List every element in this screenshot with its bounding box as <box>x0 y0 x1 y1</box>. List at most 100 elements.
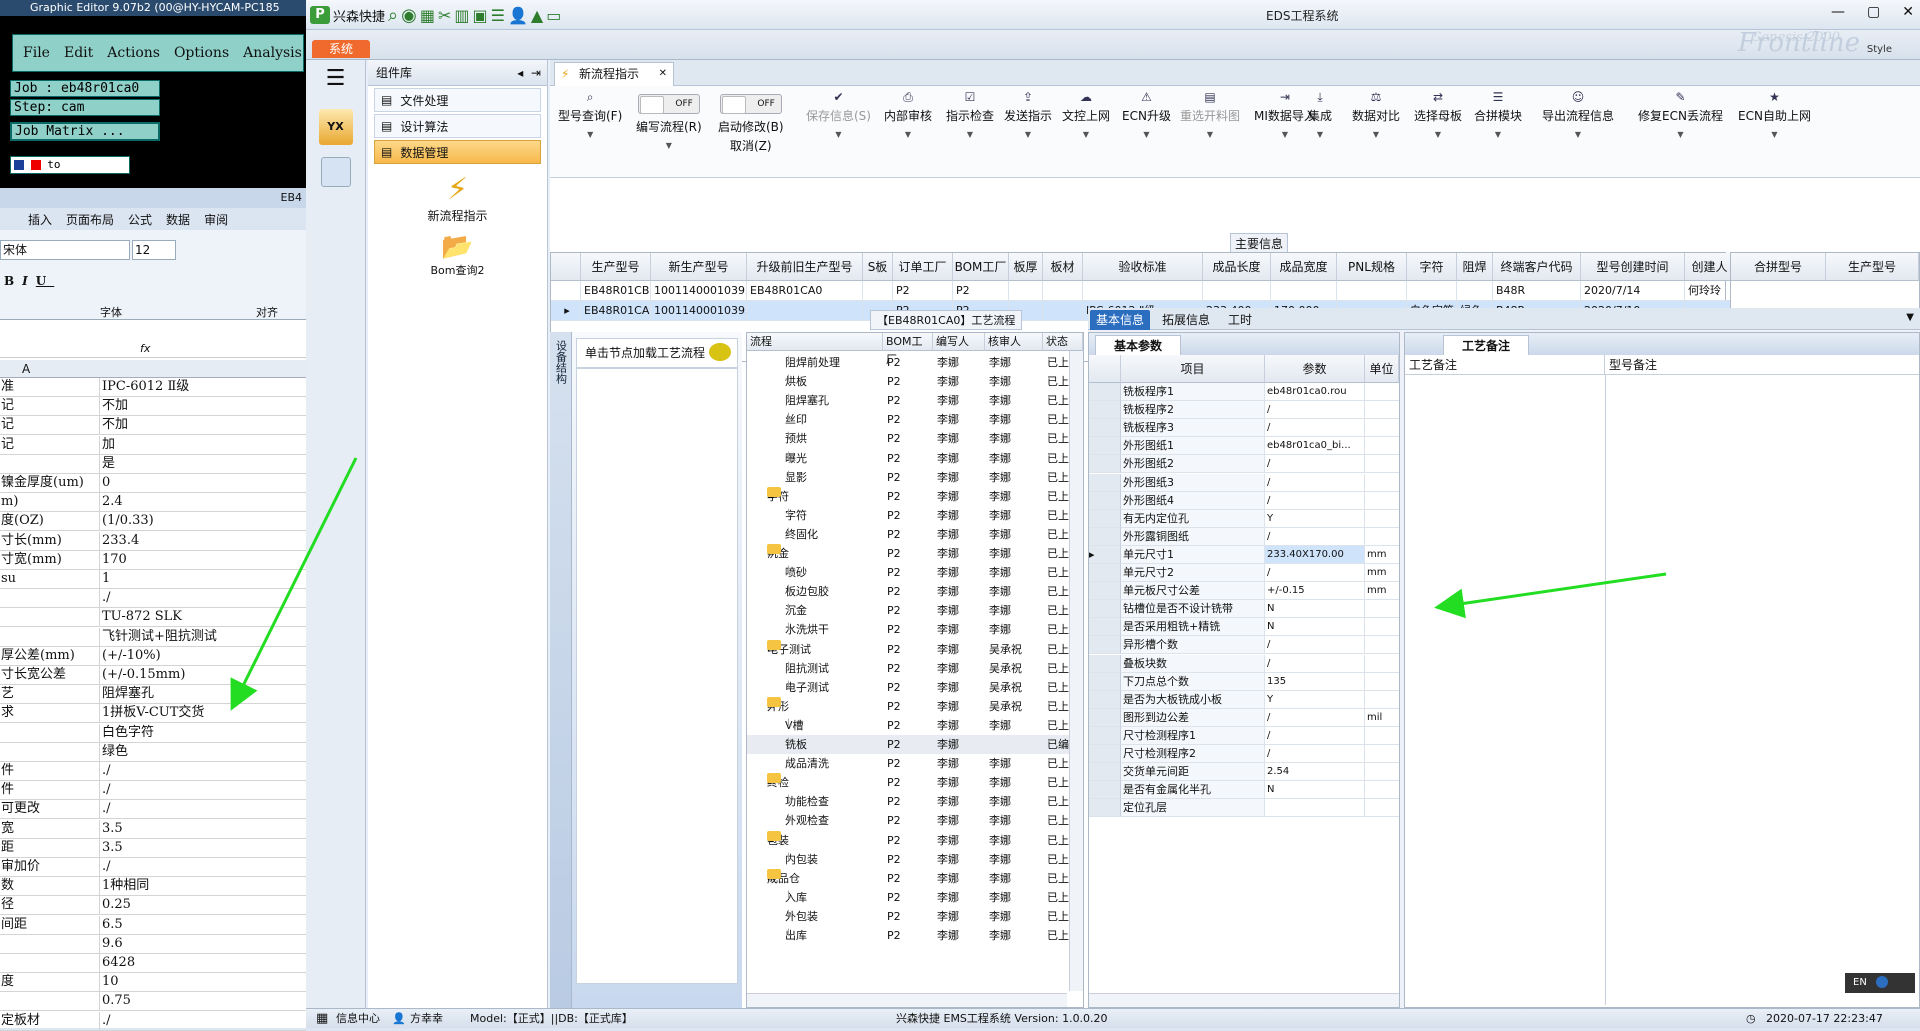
param-row[interactable]: 外形露铜图纸 / <box>1089 527 1399 546</box>
grid-cell[interactable]: 10011400010393 <box>651 281 747 301</box>
cell-a[interactable]: 求 <box>0 704 100 723</box>
flow-row[interactable]: └ 烘板 P2 李娜 李娜 已上网 <box>747 372 1080 391</box>
grid-cell[interactable] <box>1203 281 1271 301</box>
param-row[interactable]: 交货单元间距 2.54 <box>1089 763 1399 782</box>
cell-a[interactable] <box>0 934 100 953</box>
param-row[interactable]: 是否有金属化半孔 N <box>1089 781 1399 800</box>
cell-b[interactable]: 加 <box>102 436 306 454</box>
cell-b[interactable]: ./ <box>102 1012 306 1030</box>
flow-row[interactable]: └ 沉金 P2 李娜 李娜 已上网 <box>747 601 1080 620</box>
grid-cell[interactable] <box>1337 281 1407 301</box>
flow-row[interactable]: └ 外观检查 P2 李娜 李娜 已上网 <box>747 811 1080 830</box>
flow-col-header[interactable]: 核审人 <box>985 333 1043 351</box>
grid-col-header[interactable]: 升级前旧生产型号 <box>747 253 863 281</box>
chart-icon[interactable]: ▲ <box>531 6 543 25</box>
param-value[interactable] <box>1265 799 1365 818</box>
cell-b[interactable]: 2.4 <box>102 493 306 511</box>
param-value[interactable]: / <box>1265 636 1365 655</box>
film-icon[interactable]: ▥ <box>454 6 469 25</box>
grid-cell[interactable]: B48R <box>1493 281 1581 301</box>
info-center[interactable]: 信息中心 <box>336 1009 380 1029</box>
cell-a[interactable] <box>0 742 100 761</box>
param-col-header[interactable]: 项目 <box>1121 355 1265 383</box>
flow-row[interactable]: ⊟沉金P2李娜李娜已上网 <box>747 544 1080 563</box>
job-matrix-button[interactable]: Job Matrix ... <box>10 122 160 141</box>
vertical-scrollbar[interactable] <box>1069 351 1083 991</box>
cell-b[interactable]: ./ <box>102 762 306 780</box>
tab-review[interactable]: 审阅 <box>204 211 228 228</box>
grid-cell[interactable] <box>1407 281 1457 301</box>
grid-col-header[interactable]: S板 <box>863 253 893 281</box>
toolbar-button-2[interactable]: OFF 启动修改(B) 取消(Z) <box>718 90 784 154</box>
tab-page-layout[interactable]: 页面布局 <box>66 211 114 228</box>
flow-row[interactable]: └ 预烘 P2 李娜 李娜 已上网 <box>747 429 1080 448</box>
grid-col-header[interactable]: 成品长度 <box>1203 253 1271 281</box>
param-value[interactable]: 2.54 <box>1265 763 1365 782</box>
cell-a[interactable]: 艺 <box>0 685 100 704</box>
comp-file-processing[interactable]: ▤ 文件处理 <box>374 88 541 112</box>
flow-row[interactable]: └ 外包装 P2 李娜 李娜 已上网 <box>747 907 1080 926</box>
menu-file[interactable]: File <box>23 45 50 61</box>
tool-new-flow[interactable]: ⚡ 新流程指示 <box>368 172 547 224</box>
cell-a[interactable]: 寸长宽公差 <box>0 666 100 684</box>
param-row[interactable]: 外形图纸1 eb48r01ca0_bi... <box>1089 437 1399 456</box>
param-row[interactable]: 单元板尺寸公差 +/-0.15 mm <box>1089 582 1399 601</box>
param-value[interactable]: 233.40X170.00 <box>1265 545 1365 564</box>
flow-row[interactable]: └ 成品清洗 P2 李娜 李娜 已上网 <box>747 754 1080 773</box>
to-field[interactable]: to <box>10 156 130 174</box>
toolbar-button-4[interactable]: ⎙ 内部审核 ▼ <box>884 90 932 139</box>
grid-col-header[interactable]: PNL规格 <box>1337 253 1407 281</box>
cell-a[interactable] <box>0 992 100 1011</box>
cell-b[interactable]: 0.25 <box>102 896 306 914</box>
cell-a[interactable]: m) <box>0 493 100 512</box>
grid-col-header[interactable]: 新生产型号 <box>651 253 747 281</box>
pin-controls[interactable]: ◂ ⇥ <box>517 60 541 85</box>
param-value[interactable]: Y <box>1265 509 1365 528</box>
toolbar-button-3[interactable]: ✔ 保存信息(S) ▼ <box>806 90 871 139</box>
tab-work-hours[interactable]: 工时 <box>1222 310 1258 330</box>
cell-a[interactable] <box>0 954 100 972</box>
cell-b[interactable]: ./ <box>102 589 306 607</box>
cell-b[interactable]: (+/-10%) <box>102 647 306 665</box>
cell-a[interactable] <box>0 608 100 627</box>
cell-a[interactable]: 间距 <box>0 915 100 934</box>
flow-row[interactable]: └ 终固化 P2 李娜 李娜 已上网 <box>747 525 1080 544</box>
equipment-structure-strip[interactable]: 设备结构 <box>550 332 572 1008</box>
flow-row[interactable]: └ V槽 P2 李娜 李娜 已上网 <box>747 716 1080 735</box>
param-row[interactable]: 钻槽位是否不设计铣带 N <box>1089 600 1399 619</box>
grid-cell[interactable] <box>1083 281 1203 301</box>
param-row[interactable]: 下刀点总个数 135 <box>1089 672 1399 691</box>
chevron-down-icon[interactable]: ▼ <box>1906 312 1914 323</box>
toolbar-button-11[interactable]: ⤓ 集成 ▼ <box>1308 90 1332 139</box>
cell-a[interactable]: 件 <box>0 781 100 800</box>
toolbar-button-7[interactable]: ☁ 文控上网 ▼ <box>1062 90 1110 139</box>
param-value[interactable]: / <box>1265 527 1365 546</box>
grid-cell[interactable]: EB48R01CB0 <box>581 281 651 301</box>
formula-bar[interactable]: fx <box>0 340 306 358</box>
toggle-switch[interactable]: OFF <box>719 94 782 114</box>
comp-data-management[interactable]: ▤ 数据管理 <box>374 140 541 164</box>
flow-row[interactable]: ⊟外形P2李娜吴承祝已上网 <box>747 696 1080 716</box>
param-value[interactable]: / <box>1265 491 1365 510</box>
grid-cell[interactable] <box>1043 281 1083 301</box>
comp-design-algorithm[interactable]: ▤ 设计算法 <box>374 114 541 138</box>
flow-row[interactable]: └ 内包装 P2 李娜 李娜 已上网 <box>747 850 1080 869</box>
param-row[interactable]: 叠板块数 / <box>1089 654 1399 673</box>
user-icon[interactable]: 👤 <box>508 6 528 25</box>
grid-cell[interactable]: P2 <box>953 281 1009 301</box>
style-menu[interactable]: Style <box>1867 44 1892 55</box>
tab-basic-info[interactable]: 基本信息 <box>1090 310 1151 330</box>
param-value[interactable]: / <box>1265 455 1365 474</box>
cell-b[interactable]: 170 <box>102 551 306 569</box>
toolbar-button-17[interactable]: ★ ECN自助上网 ▼ <box>1738 90 1811 139</box>
param-value[interactable]: N <box>1265 600 1365 619</box>
cell-a[interactable] <box>0 589 100 608</box>
param-value[interactable]: / <box>1265 654 1365 673</box>
flow-col-header[interactable]: BOM工厂 <box>883 333 933 366</box>
toggle-switch[interactable]: OFF <box>637 94 700 114</box>
list-icon[interactable]: ☰ <box>491 6 505 25</box>
flow-row[interactable]: └ 阻抗测试 P2 李娜 吴承祝 已上网 <box>747 659 1080 678</box>
grid-col-header[interactable]: 阻焊 <box>1457 253 1493 281</box>
cell-b[interactable]: 1 <box>102 570 306 588</box>
flow-row[interactable]: ⊟电子测试P2李娜吴承祝已上网 <box>747 639 1080 659</box>
